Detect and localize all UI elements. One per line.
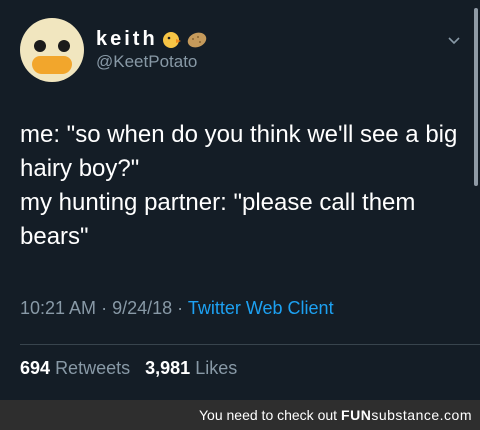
likes-label: Likes bbox=[195, 358, 238, 378]
footer-brand: FUNsubstance.com bbox=[341, 407, 472, 423]
likes-count: 3,981 bbox=[145, 358, 191, 378]
tweet-stats: 694 Retweets 3,981 Likes bbox=[20, 358, 237, 379]
name-row: keith bbox=[96, 28, 208, 51]
avatar-left-eye bbox=[34, 40, 46, 52]
tweet-line: me: "so when do you think we'll see a bi… bbox=[20, 121, 458, 182]
display-name[interactable]: keith bbox=[96, 28, 158, 51]
retweets-count: 694 bbox=[20, 358, 51, 378]
tweet-meta: 10:21 AM · 9/24/18 · Twitter Web Client bbox=[20, 298, 334, 319]
footer-brand-rest: substance.com bbox=[371, 407, 472, 423]
footer-prefix: You need to check out bbox=[199, 407, 338, 423]
meta-separator: · bbox=[177, 298, 184, 318]
chevron-down-icon[interactable] bbox=[446, 32, 462, 48]
avatar[interactable] bbox=[20, 18, 84, 82]
retweets-stat[interactable]: 694 Retweets bbox=[20, 358, 135, 378]
scrollbar[interactable] bbox=[474, 8, 478, 186]
potato-icon bbox=[186, 31, 208, 49]
tweet-card: keith @KeetPotato me: "so when do you th… bbox=[0, 0, 480, 400]
watermark-footer: You need to check out FUNsubstance.com bbox=[0, 400, 480, 430]
retweets-label: Retweets bbox=[55, 358, 131, 378]
tweet-text: me: "so when do you think we'll see a bi… bbox=[20, 118, 460, 254]
divider bbox=[20, 344, 480, 345]
tweet-date[interactable]: 9/24/18 bbox=[112, 298, 172, 318]
likes-stat[interactable]: 3,981 Likes bbox=[145, 358, 237, 378]
tweet-time[interactable]: 10:21 AM bbox=[20, 298, 96, 318]
avatar-right-eye bbox=[58, 40, 70, 52]
tweet-client-link[interactable]: Twitter Web Client bbox=[188, 298, 334, 318]
user-handle[interactable]: @KeetPotato bbox=[96, 52, 197, 72]
footer-brand-fun: FUN bbox=[341, 407, 372, 423]
avatar-bill bbox=[32, 56, 72, 74]
meta-separator: · bbox=[101, 298, 108, 318]
baby-chick-icon bbox=[162, 31, 182, 49]
tweet-line: my hunting partner: "please call them be… bbox=[20, 189, 416, 250]
